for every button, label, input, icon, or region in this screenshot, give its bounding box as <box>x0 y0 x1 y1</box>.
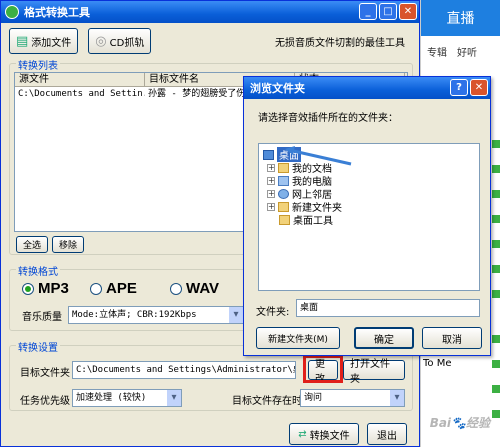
window-title: 格式转换工具 <box>24 6 90 19</box>
hq-badge-icon <box>492 190 500 198</box>
cd-rip-button[interactable]: ◎ CD抓轨 <box>88 28 152 54</box>
tab-album[interactable]: 专辑 <box>427 44 447 59</box>
hq-badge-icon <box>492 360 500 368</box>
hq-badge-icon <box>492 385 500 393</box>
format-mp3-radio[interactable]: MP3 <box>22 280 69 297</box>
radio-icon <box>90 282 102 295</box>
dialog-titlebar: 浏览文件夹 ? ✕ <box>244 77 490 99</box>
folder-icon <box>278 201 289 212</box>
tab-good[interactable]: 好听 <box>457 44 477 59</box>
target-folder-field[interactable]: C:\Documents and Settings\Administrator\… <box>72 361 296 379</box>
maximize-button[interactable]: □ <box>379 3 397 20</box>
folder-icon <box>279 214 290 225</box>
cd-icon: ◎ <box>95 33 107 49</box>
expand-icon[interactable]: + <box>267 189 275 198</box>
new-folder-button[interactable]: 新建文件夹(M) <box>256 327 340 349</box>
dialog-title: 浏览文件夹 <box>250 82 305 95</box>
select-all-button[interactable]: 全选 <box>16 236 48 253</box>
desktop-icon <box>263 149 274 160</box>
expand-icon[interactable]: + <box>267 202 275 211</box>
main-titlebar: 格式转换工具 _ □ ✕ <box>1 1 419 23</box>
hq-badge-icon <box>492 265 500 273</box>
radio-checked-icon <box>22 282 34 295</box>
expand-icon[interactable]: + <box>267 163 275 172</box>
dialog-close-button[interactable]: ✕ <box>470 79 488 96</box>
close-button[interactable]: ✕ <box>399 3 417 20</box>
convert-icon: ⇄ <box>298 428 307 440</box>
format-wav-radio[interactable]: WAV <box>170 280 219 297</box>
add-file-button[interactable]: ▤ 添加文件 <box>9 28 79 54</box>
format-ape-radio[interactable]: APE <box>90 280 137 297</box>
expand-icon[interactable]: + <box>267 176 275 185</box>
hq-badge-icon <box>492 140 500 148</box>
highlight-box <box>303 355 343 383</box>
hq-badge-icon <box>492 215 500 223</box>
quality-select[interactable]: Mode:立体声; CBR:192Kbps <box>68 306 244 324</box>
tree-item-desktop-tools[interactable]: 桌面工具 <box>279 213 479 227</box>
folder-tree[interactable]: 桌面 + 我的文档 + 我的电脑 + 网上邻居 + 新建文件夹 桌面工具 <box>258 143 480 291</box>
folder-label: 文件夹: <box>256 307 290 318</box>
hq-badge-icon <box>492 290 500 298</box>
exists-label: 目标文件存在时 <box>232 396 302 407</box>
radio-icon <box>170 282 182 295</box>
hq-badge-icon <box>492 335 500 343</box>
browse-folder-dialog: 浏览文件夹 ? ✕ 请选择音效插件所在的文件夹： 桌面 + 我的文档 + 我的电… <box>243 76 491 356</box>
arrow-pointer-icon <box>285 146 352 166</box>
watermark: Bai🐾经验 <box>429 416 490 430</box>
exists-select[interactable]: 询问 <box>300 389 405 407</box>
priority-select[interactable]: 加速处理 (较快) <box>72 389 182 407</box>
open-folder-button[interactable]: 打开文件夹 <box>343 359 405 385</box>
folder-name-field[interactable]: 桌面 <box>296 299 480 317</box>
computer-icon <box>278 175 289 186</box>
quality-label: 音乐质量 <box>22 312 62 323</box>
help-button[interactable]: ? <box>450 79 468 96</box>
app-icon <box>5 5 19 19</box>
remove-button[interactable]: 移除 <box>52 236 84 253</box>
minimize-button[interactable]: _ <box>359 3 377 20</box>
hq-badge-icon <box>492 165 500 173</box>
convert-button[interactable]: ⇄ 转换文件 <box>289 423 359 445</box>
add-file-icon: ▤ <box>16 33 29 49</box>
hq-badge-icon <box>492 240 500 248</box>
cancel-button[interactable]: 取消 <box>422 327 482 349</box>
priority-label: 任务优先级 <box>20 396 70 407</box>
hq-badge-icon <box>492 410 500 418</box>
col-source[interactable]: 源文件 <box>15 73 145 86</box>
exit-button[interactable]: 退出 <box>367 423 407 445</box>
song-title[interactable]: To Me <box>423 358 452 369</box>
live-header[interactable]: 直播 <box>421 0 500 36</box>
network-icon <box>278 188 289 199</box>
slogan: 无损音质文件切割的最佳工具 <box>275 37 405 49</box>
dialog-prompt: 请选择音效插件所在的文件夹： <box>258 113 398 124</box>
target-folder-label: 目标文件夹 <box>20 368 70 379</box>
ok-button[interactable]: 确定 <box>354 327 414 349</box>
